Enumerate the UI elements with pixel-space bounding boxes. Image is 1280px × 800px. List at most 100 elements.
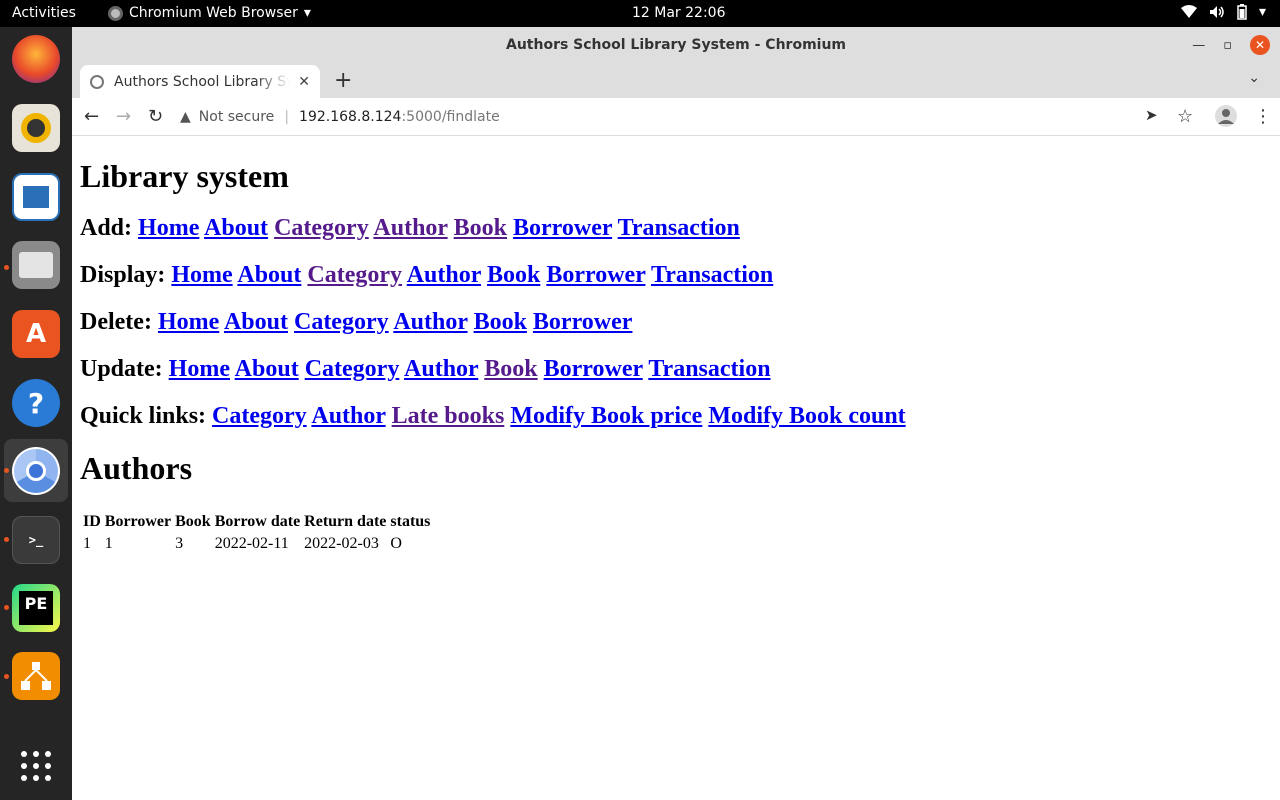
nav-link[interactable]: Category <box>305 356 400 382</box>
security-label[interactable]: Not secure <box>199 109 275 125</box>
nav-link[interactable]: Book <box>484 356 537 382</box>
nav-link[interactable]: Transaction <box>648 356 770 382</box>
browser-window: Authors School Library System - Chromium… <box>72 27 1280 800</box>
system-top-bar: Activities Chromium Web Browser ▾ 12 Mar… <box>0 0 1280 27</box>
window-titlebar[interactable]: Authors School Library System - Chromium… <box>72 27 1280 63</box>
warning-triangle-icon[interactable]: ▲ <box>180 109 191 125</box>
nav-link[interactable]: Category <box>294 309 389 335</box>
nav-row: Update: Home About Category Author Book … <box>80 355 1272 383</box>
nav-link[interactable]: Author <box>393 309 467 335</box>
wifi-icon <box>1180 5 1197 18</box>
nav-link[interactable]: About <box>237 262 301 288</box>
nav-link[interactable]: Book <box>487 262 540 288</box>
nav-row: Quick links: Category Author Late books … <box>80 402 1272 430</box>
url-path[interactable]: :5000/findlate <box>401 109 499 125</box>
nav-link[interactable]: Home <box>169 356 230 382</box>
bookmark-star-icon[interactable]: ☆ <box>1177 106 1193 127</box>
tab-active[interactable]: Authors School Library Sy ✕ <box>80 65 320 98</box>
nav-link[interactable]: Borrower <box>533 309 633 335</box>
nav-link[interactable]: Modify Book price <box>510 403 702 429</box>
new-tab-button[interactable]: + <box>334 68 352 93</box>
nav-row-label: Update: <box>80 356 163 382</box>
system-tray[interactable]: ▾ <box>1180 4 1266 20</box>
libreoffice-writer-icon[interactable] <box>12 173 60 221</box>
nav-row-label: Quick links: <box>80 403 207 429</box>
table-header-row: ID Borrower Book Borrow date Return date stat… <box>82 512 431 532</box>
chevron-down-icon: ▾ <box>303 5 311 21</box>
profile-avatar-icon[interactable] <box>1215 105 1237 132</box>
close-icon[interactable]: ✕ <box>1250 35 1270 55</box>
page-heading: Library system <box>80 158 289 194</box>
rhythmbox-icon[interactable] <box>12 104 60 152</box>
show-apps-icon[interactable] <box>12 742 60 790</box>
chromium-icon[interactable] <box>12 447 60 495</box>
nav-link[interactable]: Borrower <box>546 262 645 288</box>
address-bar[interactable]: ▲ Not secure | 192.168.8.124:5000/findla… <box>180 102 1190 132</box>
app-menu[interactable]: Chromium Web Browser ▾ <box>108 5 311 21</box>
nav-link[interactable]: Book <box>474 309 527 335</box>
table-cell: O <box>390 535 402 552</box>
nav-link[interactable]: Modify Book count <box>708 403 905 429</box>
back-arrow-icon[interactable]: ← <box>84 106 99 127</box>
nav-link[interactable]: Book <box>454 215 507 241</box>
kebab-menu-icon[interactable]: ⋮ <box>1254 106 1272 127</box>
send-tab-icon[interactable]: ➤ <box>1145 106 1158 124</box>
nav-link[interactable]: About <box>235 356 299 382</box>
minimize-icon[interactable]: — <box>1192 38 1205 53</box>
globe-icon <box>90 74 104 89</box>
table-cell: 2022-02-11 <box>214 535 289 552</box>
files-icon[interactable] <box>12 241 60 289</box>
nav-link[interactable]: Author <box>404 356 478 382</box>
reload-icon[interactable]: ↻ <box>148 106 163 127</box>
nav-link[interactable]: Category <box>307 262 402 288</box>
nav-link[interactable]: Home <box>171 262 232 288</box>
software-icon[interactable]: A <box>12 310 60 358</box>
table-header-cell: status <box>390 513 431 530</box>
nav-link[interactable]: Transaction <box>651 262 773 288</box>
nav-link[interactable]: Borrower <box>513 215 612 241</box>
pycharm-icon[interactable]: PE <box>12 584 60 632</box>
dock-running-indicator <box>4 605 9 610</box>
dia-icon[interactable] <box>12 652 60 700</box>
nav-link[interactable]: About <box>204 215 268 241</box>
tab-close-icon[interactable]: ✕ <box>298 74 310 90</box>
nav-row: Display: Home About Category Author Book… <box>80 261 1272 289</box>
nav-row: Delete: Home About Category Author Book … <box>80 308 1272 336</box>
table-cell: 1 <box>83 535 91 552</box>
battery-icon <box>1237 4 1247 20</box>
forward-arrow-icon[interactable]: → <box>116 106 131 127</box>
tab-search-chevron-icon[interactable]: ⌄ <box>1248 70 1260 86</box>
section-title: Authors <box>80 450 193 486</box>
nav-link[interactable]: Home <box>138 215 199 241</box>
nav-link[interactable]: Author <box>407 262 481 288</box>
url-host[interactable]: 192.168.8.124 <box>299 109 401 125</box>
table-cell: 1 <box>104 535 113 552</box>
nav-link[interactable]: Home <box>158 309 219 335</box>
maximize-icon[interactable]: ▫ <box>1223 38 1232 53</box>
activities-button[interactable]: Activities <box>12 5 76 21</box>
omnibox-divider: | <box>284 109 290 125</box>
nav-link[interactable]: Late books <box>392 403 505 429</box>
table-header-cell: Book <box>175 513 211 530</box>
table-header-cell: ID <box>83 513 101 530</box>
nav-link[interactable]: Borrower <box>544 356 643 382</box>
nav-row-label: Display: <box>80 262 166 288</box>
dock-running-indicator <box>4 537 9 542</box>
page-content: Library system Add: Home About Category … <box>72 136 1280 800</box>
nav-link[interactable]: About <box>224 309 288 335</box>
nav-link[interactable]: Author <box>373 215 447 241</box>
help-icon[interactable]: ? <box>12 379 60 427</box>
terminal-icon[interactable]: >_ <box>12 516 60 564</box>
nav-row-label: Add: <box>80 215 133 241</box>
tab-title: Authors School Library Sy <box>114 73 291 90</box>
firefox-icon[interactable] <box>12 35 60 83</box>
clock[interactable]: 12 Mar 22:06 <box>632 5 725 21</box>
nav-link[interactable]: Author <box>311 403 385 429</box>
nav-link[interactable]: Category <box>212 403 307 429</box>
nav-link[interactable]: Transaction <box>618 215 740 241</box>
tab-strip: Authors School Library Sy ✕ + ⌄ <box>72 63 1280 98</box>
nav-link[interactable]: Category <box>274 215 369 241</box>
table-header-cell: Borrow date <box>214 513 301 530</box>
table-header-cell: Return date <box>304 513 387 530</box>
dock-running-indicator <box>4 265 9 270</box>
